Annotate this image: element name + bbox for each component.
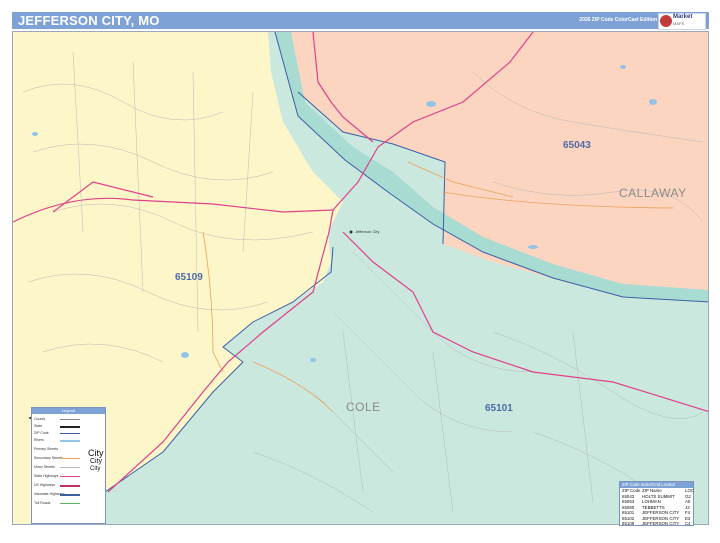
zip-name-cell: HOLTS SUMMIT [642,493,675,499]
zip-code-cell: 65043 [622,493,635,499]
logo-line1: Market [673,14,693,20]
zip-name-cell: LOHMAN [642,499,661,504]
legend-row-primary: Primary Streets [34,447,59,451]
legend-row-us-hwy: US Highways [34,483,56,487]
loc-cell: F4 [685,510,691,515]
legend-symbol-secondary [60,458,80,459]
loc-cell: C4 [685,521,691,526]
legend-city-medium: City [90,458,103,465]
zip-index-header-row: ZIP Code ZIP Name LOC [621,488,694,493]
legend-symbol-rivers [60,440,80,442]
publisher-logo: Market MAPS [658,13,706,30]
table-row: 65109 JEFFERSON CITY C4 [621,521,694,526]
legend-symbol-state [60,426,80,428]
globe-icon [660,15,672,27]
title-bar: JEFFERSON CITY, MO 2026 ZIP Code ColorCa… [12,12,709,30]
legend-row-rivers: Rivers [34,438,44,442]
table-row: 65043 HOLTS SUMMIT G2 [621,494,694,499]
legend-row-secondary: Secondary Streets [34,456,63,460]
edition-label: 2026 ZIP Code ColorCast Edition [579,17,657,23]
legend-row-toll: Toll Roads [34,501,51,505]
legend-row-state-hwy: State Highways [34,474,59,478]
legend-symbol-us-hwy [60,485,80,487]
legend-symbol-toll [60,503,80,504]
zip-code-cell: 65109 [622,521,635,526]
zip-name-cell: JEFFERSON CITY [642,521,680,526]
map-graphic [13,32,708,524]
zip-name-cell: JEFFERSON CITY [642,515,680,521]
zip-label-65101: 65101 [485,403,513,414]
loc-cell: G2 [685,493,691,499]
legend-row-county: County [34,417,46,421]
zip-code-cell: 65080 [622,504,635,510]
legend-symbol-zip [60,433,80,434]
zip-label-65043: 65043 [563,140,591,151]
legend-row-minor: Minor Streets [34,465,55,469]
zip-code-cell: 65053 [622,499,635,504]
zip-index-panel: ZIP Code Index/Grid Locator ZIP Code ZIP… [619,481,694,526]
col-loc: LOC [685,488,695,493]
zip-name-cell: JEFFERSON CITY [642,510,680,515]
loc-cell: J2 [685,504,690,510]
table-row: 65102 JEFFERSON CITY E3 [621,516,694,521]
legend-city-small: City [90,466,101,472]
city-dot [349,230,353,234]
county-label-cole: COLE [346,400,381,414]
map-canvas[interactable]: 65043 65109 65101 CALLAWAY COLE Jefferso… [12,31,709,525]
table-row: 65080 TEBBETTS J2 [621,505,694,510]
legend-row-state: State [34,424,43,428]
zip-name-cell: TEBBETTS [642,504,665,510]
zip-code-cell: 65101 [622,510,635,515]
loc-cell: E3 [685,515,691,521]
legend-panel: Legend County State ZIP Code Rivers Prim… [31,407,106,524]
loc-cell: A5 [685,499,691,504]
legend-symbol-state-hwy [60,476,80,477]
zip-label-65109: 65109 [175,272,203,283]
legend-symbol-interstate [60,494,80,496]
zip-code-cell: 65102 [622,515,635,521]
legend-symbol-minor [60,467,80,468]
map-title: JEFFERSON CITY, MO [18,13,160,28]
table-row: 65053 LOHMAN A5 [621,499,694,504]
table-row: 65101 JEFFERSON CITY F4 [621,510,694,515]
legend-city-large: City [88,448,104,458]
logo-line2: MAPS [673,21,685,26]
city-label-jefferson-city: Jefferson City [355,229,380,234]
legend-symbol-county [60,419,80,420]
legend-row-zip: ZIP Code [34,431,49,435]
col-zip-code: ZIP Code [622,488,641,493]
legend-title: Legend [32,408,105,414]
county-label-callaway: CALLAWAY [619,186,687,200]
col-zip-name: ZIP Name [642,488,662,493]
